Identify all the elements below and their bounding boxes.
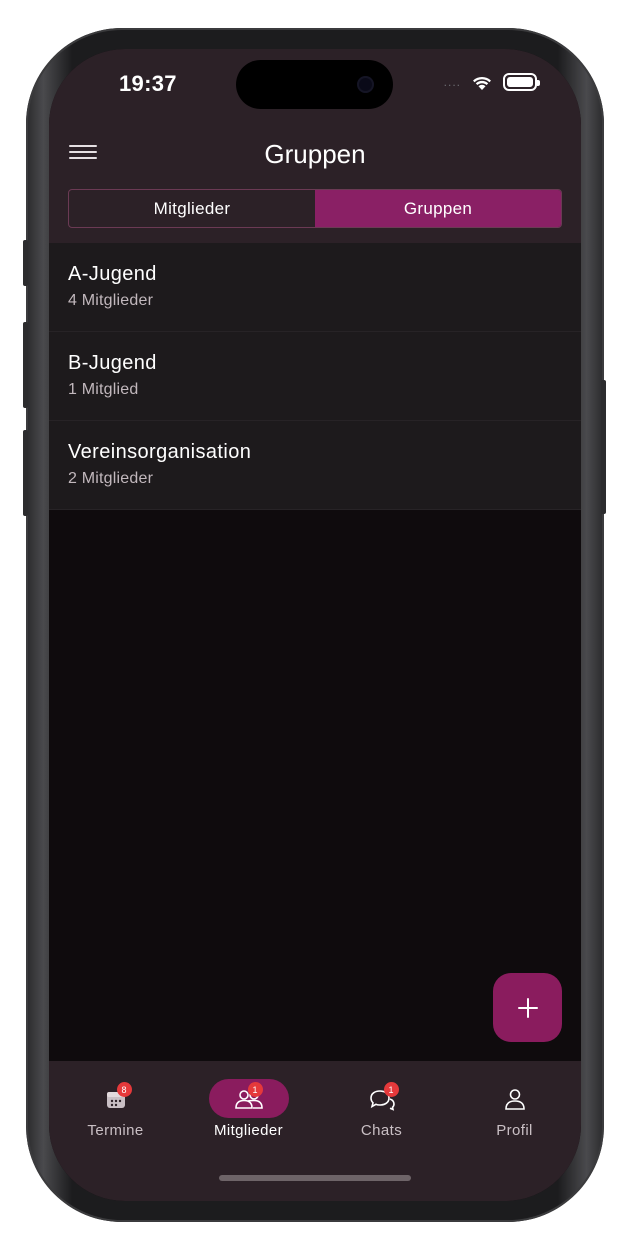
- segmented-control: Mitglieder Gruppen: [68, 189, 562, 228]
- top-bar: 19:37 .... Gruppen Mitglieder Gruppen: [49, 49, 581, 243]
- dynamic-island: [236, 60, 393, 109]
- nav-item-mitglieder[interactable]: 1 Mitglieder: [182, 1079, 315, 1139]
- plus-icon: [517, 997, 538, 1018]
- volume-down-button: [23, 430, 28, 516]
- power-button: [601, 380, 606, 514]
- segment-mitglieder[interactable]: Mitglieder: [69, 190, 315, 227]
- volume-up-button: [23, 322, 28, 408]
- add-group-button[interactable]: [493, 973, 562, 1042]
- group-name: Vereinsorganisation: [68, 441, 252, 463]
- list-item[interactable]: B-Jugend 1 Mitglied: [49, 332, 581, 421]
- status-icons: ....: [443, 73, 540, 91]
- battery-icon: [503, 73, 540, 91]
- bottom-nav: 8 Termine 1 Mitglieder 1 Chats Profil: [49, 1061, 581, 1201]
- profile-icon: [504, 1088, 525, 1110]
- wifi-icon: [473, 76, 491, 90]
- group-list: A-Jugend 4 Mitglieder B-Jugend 1 Mitglie…: [49, 243, 581, 510]
- group-member-count: 4 Mitglieder: [68, 292, 154, 309]
- segment-gruppen[interactable]: Gruppen: [315, 190, 561, 227]
- nav-item-termine[interactable]: 8 Termine: [49, 1079, 182, 1139]
- list-item[interactable]: A-Jugend 4 Mitglieder: [49, 243, 581, 332]
- nav-label: Chats: [360, 1122, 403, 1139]
- nav-label: Mitglieder: [213, 1122, 284, 1139]
- group-member-count: 1 Mitglied: [68, 381, 139, 398]
- header: Gruppen: [49, 135, 581, 179]
- nav-label: Termine: [87, 1122, 144, 1139]
- group-member-count: 2 Mitglieder: [68, 470, 154, 487]
- nav-item-chats[interactable]: 1 Chats: [315, 1079, 448, 1139]
- page-title: Gruppen: [264, 139, 366, 169]
- action-button: [23, 240, 28, 286]
- list-item[interactable]: Vereinsorganisation 2 Mitglieder: [49, 421, 581, 510]
- badge-termine: 8: [116, 1082, 132, 1097]
- screen: 19:37 .... Gruppen Mitglieder Gruppen A-…: [49, 49, 581, 1201]
- signal-icon: ....: [443, 75, 461, 89]
- group-name: B-Jugend: [68, 352, 157, 374]
- nav-item-profil[interactable]: Profil: [448, 1079, 581, 1139]
- nav-label: Profil: [496, 1122, 533, 1139]
- group-name: A-Jugend: [68, 263, 157, 285]
- badge-mitglieder: 1: [247, 1082, 263, 1097]
- badge-chats: 1: [383, 1082, 399, 1097]
- status-time: 19:37: [119, 71, 177, 96]
- camera-icon: [357, 76, 374, 93]
- home-indicator: [219, 1175, 411, 1181]
